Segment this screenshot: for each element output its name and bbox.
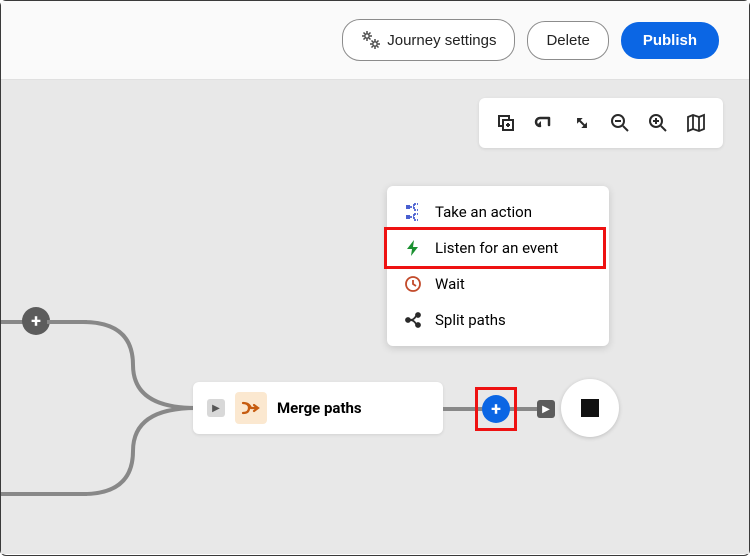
top-toolbar: Journey settings Delete Publish (1, 1, 749, 80)
add-step-button[interactable]: + (482, 395, 510, 423)
publish-label: Publish (643, 32, 697, 49)
gears-icon (361, 30, 381, 50)
collapse-icon[interactable] (567, 108, 597, 138)
duplicate-icon[interactable] (491, 108, 521, 138)
clock-icon (403, 274, 423, 294)
edge (1, 320, 24, 324)
merge-icon (235, 392, 267, 424)
chevron-right-icon: ▶ (207, 399, 225, 417)
canvas-toolbar (479, 98, 723, 148)
menu-split-paths-label: Split paths (435, 311, 506, 329)
edge (443, 407, 485, 411)
add-step-menu: Take an action Listen for an event Wait … (387, 186, 609, 346)
merge-paths-label: Merge paths (277, 399, 362, 417)
split-icon (403, 310, 423, 330)
map-icon[interactable] (681, 108, 711, 138)
journey-settings-button[interactable]: Journey settings (342, 19, 515, 61)
menu-take-action-label: Take an action (435, 203, 532, 221)
add-node-button[interactable]: + (22, 307, 50, 335)
edge (509, 407, 539, 411)
zoom-in-icon[interactable] (643, 108, 673, 138)
menu-listen-event-label: Listen for an event (435, 239, 558, 257)
menu-listen-event[interactable]: Listen for an event (384, 227, 606, 269)
chevron-right-icon: ▶ (537, 400, 555, 418)
end-node[interactable] (561, 379, 619, 437)
menu-wait-label: Wait (435, 275, 465, 293)
journey-canvas[interactable]: + ▶ Merge paths + ▶ Take an action L (1, 80, 749, 554)
delete-label: Delete (546, 32, 589, 49)
journey-settings-label: Journey settings (387, 32, 496, 49)
edge-curve (83, 406, 203, 498)
action-icon (403, 202, 423, 222)
edge (1, 492, 87, 496)
merge-paths-node[interactable]: ▶ Merge paths (193, 382, 443, 434)
menu-wait[interactable]: Wait (387, 266, 609, 302)
delete-button[interactable]: Delete (527, 21, 608, 60)
edge (47, 320, 87, 324)
undo-icon[interactable] (529, 108, 559, 138)
menu-split-paths[interactable]: Split paths (387, 302, 609, 338)
menu-take-action[interactable]: Take an action (387, 194, 609, 230)
publish-button[interactable]: Publish (621, 22, 719, 59)
zoom-out-icon[interactable] (605, 108, 635, 138)
lightning-icon (403, 238, 423, 258)
stop-icon (581, 399, 599, 417)
